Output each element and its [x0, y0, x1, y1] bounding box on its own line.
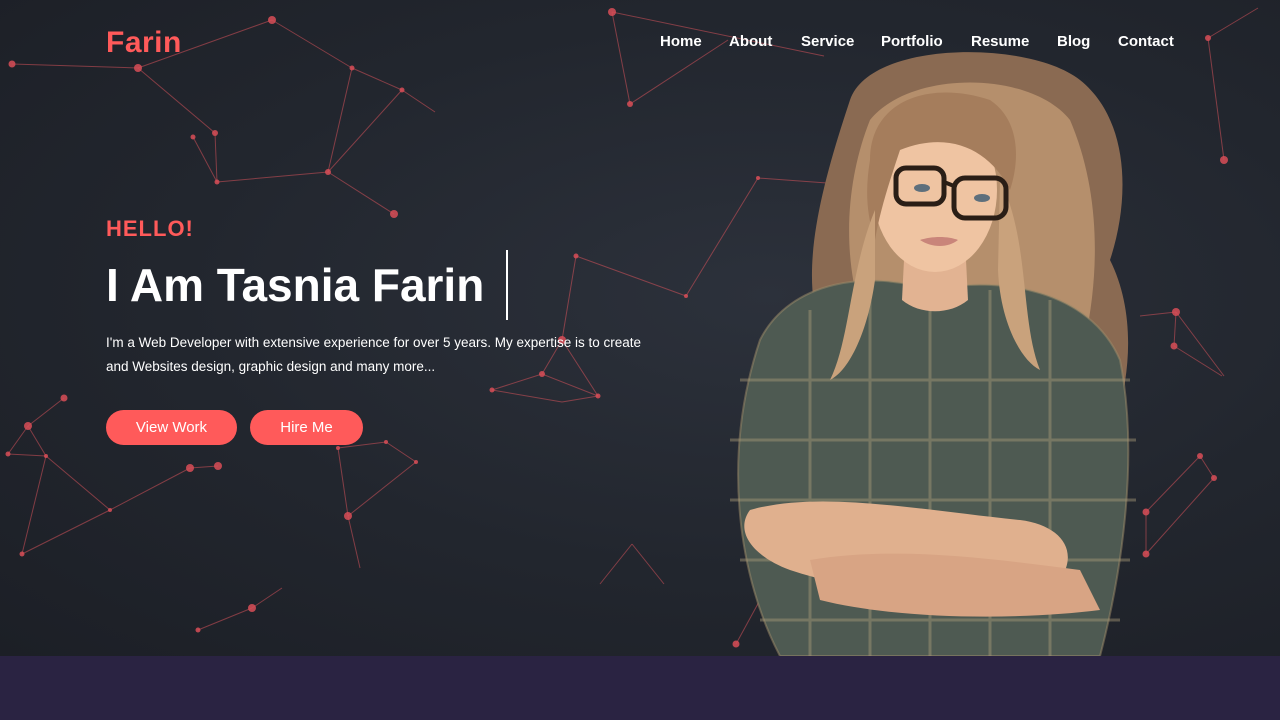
nav-portfolio[interactable]: Portfolio — [881, 33, 943, 50]
next-section-band — [0, 656, 1280, 720]
nav-blog[interactable]: Blog — [1057, 33, 1090, 50]
nav-home[interactable]: Home — [660, 33, 702, 50]
hero-greeting: HELLO! — [106, 216, 194, 241]
nav-about[interactable]: About — [729, 33, 772, 50]
typing-cursor — [506, 250, 508, 320]
intro-line-2: and Websites design, graphic design and … — [106, 359, 436, 374]
portrait-photo — [730, 52, 1136, 656]
view-work-button[interactable]: View Work — [106, 410, 237, 445]
nav-resume[interactable]: Resume — [971, 33, 1029, 50]
nav-service[interactable]: Service — [801, 33, 854, 50]
hero-section: Farin Home About Service Portfolio Resum… — [0, 0, 1280, 656]
hero-headline: I Am Tasnia Farin — [106, 259, 485, 311]
hire-me-button[interactable]: Hire Me — [250, 410, 363, 445]
main-nav: Home About Service Portfolio Resume Blog… — [0, 33, 1280, 53]
intro-line-1: I'm a Web Developer with extensive exper… — [106, 335, 642, 350]
nav-contact[interactable]: Contact — [1118, 33, 1174, 50]
hero-intro: I'm a Web Developer with extensive exper… — [106, 331, 646, 379]
